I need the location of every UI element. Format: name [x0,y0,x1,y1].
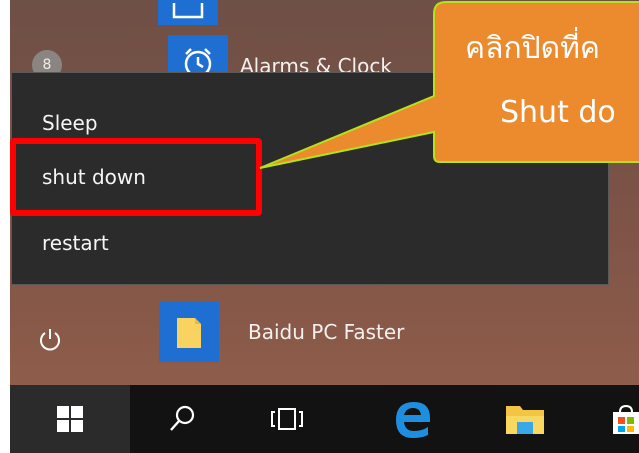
file-explorer-icon[interactable] [490,385,560,453]
app-label-baidu[interactable]: Baidu PC Faster [248,320,404,344]
baidu-folder-icon[interactable] [159,302,219,362]
store-icon[interactable] [606,385,639,453]
callout-line-1: คลิกปิดที่ค [465,31,600,66]
taskbar [10,385,639,453]
power-icon[interactable] [30,320,70,360]
edge-browser-icon[interactable] [378,385,448,453]
search-icon[interactable] [147,385,217,453]
menu-item-restart[interactable]: restart [42,231,109,255]
start-menu-screen: 8 Alarms & Clock Baidu PC Faster Sleep s… [10,0,639,453]
task-view-icon[interactable] [252,385,322,453]
windows-start-icon[interactable] [10,385,130,453]
callout-line-2: Shut do [500,95,616,130]
